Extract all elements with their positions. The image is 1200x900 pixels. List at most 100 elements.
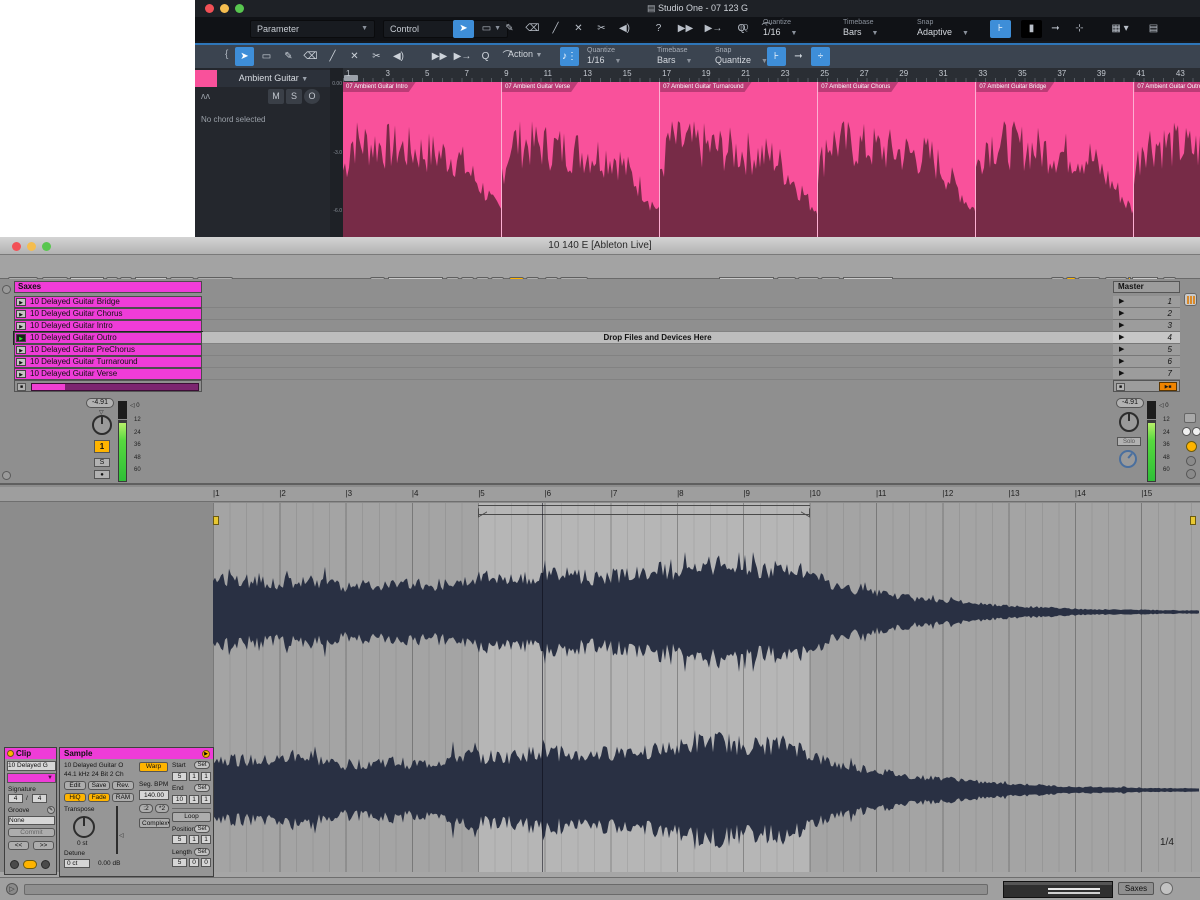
- value-box[interactable]: 10: [172, 795, 187, 804]
- arrangement-clip[interactable]: 07 Ambient Guitar Verse: [501, 82, 659, 237]
- arrangement-clip[interactable]: 07 Ambient Guitar Bridge: [975, 82, 1133, 237]
- arrangement-clip[interactable]: 07 Ambient Guitar Turnaround: [659, 82, 817, 237]
- snap-toggle-icon[interactable]: ⊦: [990, 20, 1011, 38]
- scene-launch-icon[interactable]: ▶: [1119, 368, 1124, 379]
- groove-value-field[interactable]: None: [8, 816, 55, 825]
- clip-tab-icon[interactable]: [10, 860, 19, 869]
- transpose-knob[interactable]: [73, 816, 95, 838]
- scene-slot[interactable]: ▶7: [1113, 368, 1180, 380]
- grid-mode-icon[interactable]: ▦ ▾: [1105, 20, 1135, 38]
- scene-slot[interactable]: ▶2: [1113, 308, 1180, 320]
- clip-slot[interactable]: ▶10 Delayed Guitar Turnaround: [14, 356, 202, 368]
- clip-name-field[interactable]: 10 Delayed G: [7, 761, 56, 771]
- end-set-button[interactable]: Set: [194, 784, 210, 792]
- clip-launch-icon[interactable]: ▶: [16, 346, 26, 354]
- value-box[interactable]: 5: [172, 858, 187, 867]
- value-box[interactable]: 0: [189, 858, 199, 867]
- signature-denominator[interactable]: 4: [32, 794, 47, 803]
- master-solo-button[interactable]: Solo: [1117, 437, 1141, 446]
- grid-row[interactable]: [202, 296, 1113, 308]
- edit-snap-select[interactable]: Snap Quantize▼: [715, 47, 768, 65]
- signature-numerator[interactable]: 4: [8, 794, 23, 803]
- arrangement-clip[interactable]: 07 Ambient Guitar Intro: [343, 82, 501, 237]
- reverse-button[interactable]: Rev.: [112, 781, 134, 790]
- block-snap-icon[interactable]: ▮: [1021, 20, 1042, 38]
- preview-icon[interactable]: ▷: [6, 883, 18, 895]
- value-box[interactable]: 5: [172, 835, 187, 844]
- solo-button[interactable]: S: [286, 89, 302, 104]
- seg-bpm-field[interactable]: 140.00: [139, 790, 169, 800]
- scene-slot[interactable]: ▶1: [1113, 296, 1180, 308]
- grid-row[interactable]: [202, 368, 1113, 380]
- master-track-header[interactable]: Master: [1113, 281, 1180, 293]
- pan-knob[interactable]: [92, 415, 112, 435]
- tape-icon[interactable]: ▤: [1143, 20, 1164, 38]
- help-icon[interactable]: ?: [648, 20, 669, 38]
- scene-launch-icon[interactable]: ▶: [1119, 344, 1124, 355]
- clip-launch-icon[interactable]: ▶: [16, 322, 26, 330]
- value-box[interactable]: 1: [201, 835, 211, 844]
- value-box[interactable]: 5: [172, 772, 187, 781]
- clip-activate-icon[interactable]: [7, 750, 14, 757]
- sample-tab-icon[interactable]: [23, 860, 37, 869]
- edit-arrow-icon[interactable]: ➞: [789, 47, 808, 66]
- show-mixer-toggle-icon[interactable]: [2, 471, 11, 480]
- cursor-split-icon[interactable]: ⊹: [1069, 20, 1090, 38]
- clip-overview[interactable]: [1003, 881, 1113, 898]
- length-set-button[interactable]: Set: [194, 848, 210, 856]
- divide-icon[interactable]: ÷: [811, 47, 830, 66]
- split-tool-icon[interactable]: ✂: [591, 20, 612, 38]
- half-tempo-button[interactable]: :2: [139, 804, 153, 813]
- so-titlebar[interactable]: ▤ Studio One - 07 123 G: [195, 0, 1200, 17]
- gain-slider-handle[interactable]: ◁: [119, 832, 124, 839]
- crossfade-assign-button[interactable]: [1184, 413, 1196, 423]
- value-box[interactable]: 0: [201, 858, 211, 867]
- grid-row[interactable]: [202, 320, 1113, 332]
- loop-toggle-button[interactable]: Loop: [172, 812, 211, 822]
- track-arm-button[interactable]: ●: [94, 470, 110, 479]
- quantize-select[interactable]: Quantize 1/16▼: [763, 19, 797, 37]
- drop-hint-row[interactable]: Drop Files and Devices Here: [202, 332, 1113, 344]
- crossfade-b-button[interactable]: [1192, 427, 1200, 436]
- edit-line-tool-icon[interactable]: ╱: [323, 47, 342, 66]
- so-track-header[interactable]: Ambient Guitar ▼: [195, 70, 330, 87]
- value-box[interactable]: 1: [189, 795, 199, 804]
- fade-button[interactable]: Fade: [88, 793, 110, 802]
- grid-row[interactable]: [202, 308, 1113, 320]
- commit-button[interactable]: Commit: [8, 828, 55, 837]
- scene-launch-icon[interactable]: ▶: [1119, 296, 1124, 307]
- quantize-note-icon[interactable]: ♪⋮: [560, 47, 579, 66]
- edit-snap-toggle-icon[interactable]: ⊦: [767, 47, 786, 66]
- start-set-button[interactable]: Set: [194, 761, 210, 769]
- monitor-button[interactable]: O: [304, 89, 320, 104]
- pencil-tool-icon[interactable]: ✎: [499, 20, 520, 38]
- edit-button[interactable]: Edit: [64, 781, 86, 790]
- clip-slot[interactable]: ▶10 Delayed Guitar PreChorus: [14, 344, 202, 356]
- value-box[interactable]: 1: [189, 835, 199, 844]
- scene-launch-icon[interactable]: ▶: [1119, 356, 1124, 367]
- sample-play-icon[interactable]: ▶: [202, 750, 210, 758]
- gain-slider[interactable]: [116, 806, 118, 854]
- clip-slot[interactable]: ▶10 Delayed Guitar Outro: [14, 332, 202, 344]
- clip-launch-icon[interactable]: ▶: [16, 370, 26, 378]
- clip-slot[interactable]: ▶10 Delayed Guitar Bridge: [14, 296, 202, 308]
- cue-volume-knob[interactable]: [1119, 450, 1137, 468]
- edit-arrow-tool-icon[interactable]: ➤: [235, 47, 254, 66]
- session-toggle-icon[interactable]: [1184, 293, 1197, 306]
- stop-all-clips-button[interactable]: ■: [1116, 383, 1125, 391]
- track-color-swatch[interactable]: [195, 70, 217, 87]
- nudge-back-button[interactable]: <<: [8, 841, 29, 850]
- value-box[interactable]: 1: [201, 795, 211, 804]
- track-input-button[interactable]: 1: [94, 440, 110, 453]
- play-from-icon[interactable]: ▶→: [703, 20, 724, 38]
- edit-zoom-icon[interactable]: Q: [476, 47, 495, 66]
- scene-slot[interactable]: ▶6: [1113, 356, 1180, 368]
- edit-range-tool-icon[interactable]: ▭: [257, 47, 276, 66]
- clip-launch-icon[interactable]: ▶: [16, 310, 26, 318]
- clip-slot[interactable]: ▶10 Delayed Guitar Chorus: [14, 308, 202, 320]
- clip-stop-button[interactable]: ■: [17, 383, 26, 391]
- position-set-button[interactable]: Set: [194, 825, 210, 833]
- nudge-forward-button[interactable]: >>: [33, 841, 54, 850]
- edit-timebase-select[interactable]: Timebase Bars▼: [657, 47, 692, 65]
- grid-row[interactable]: [202, 344, 1113, 356]
